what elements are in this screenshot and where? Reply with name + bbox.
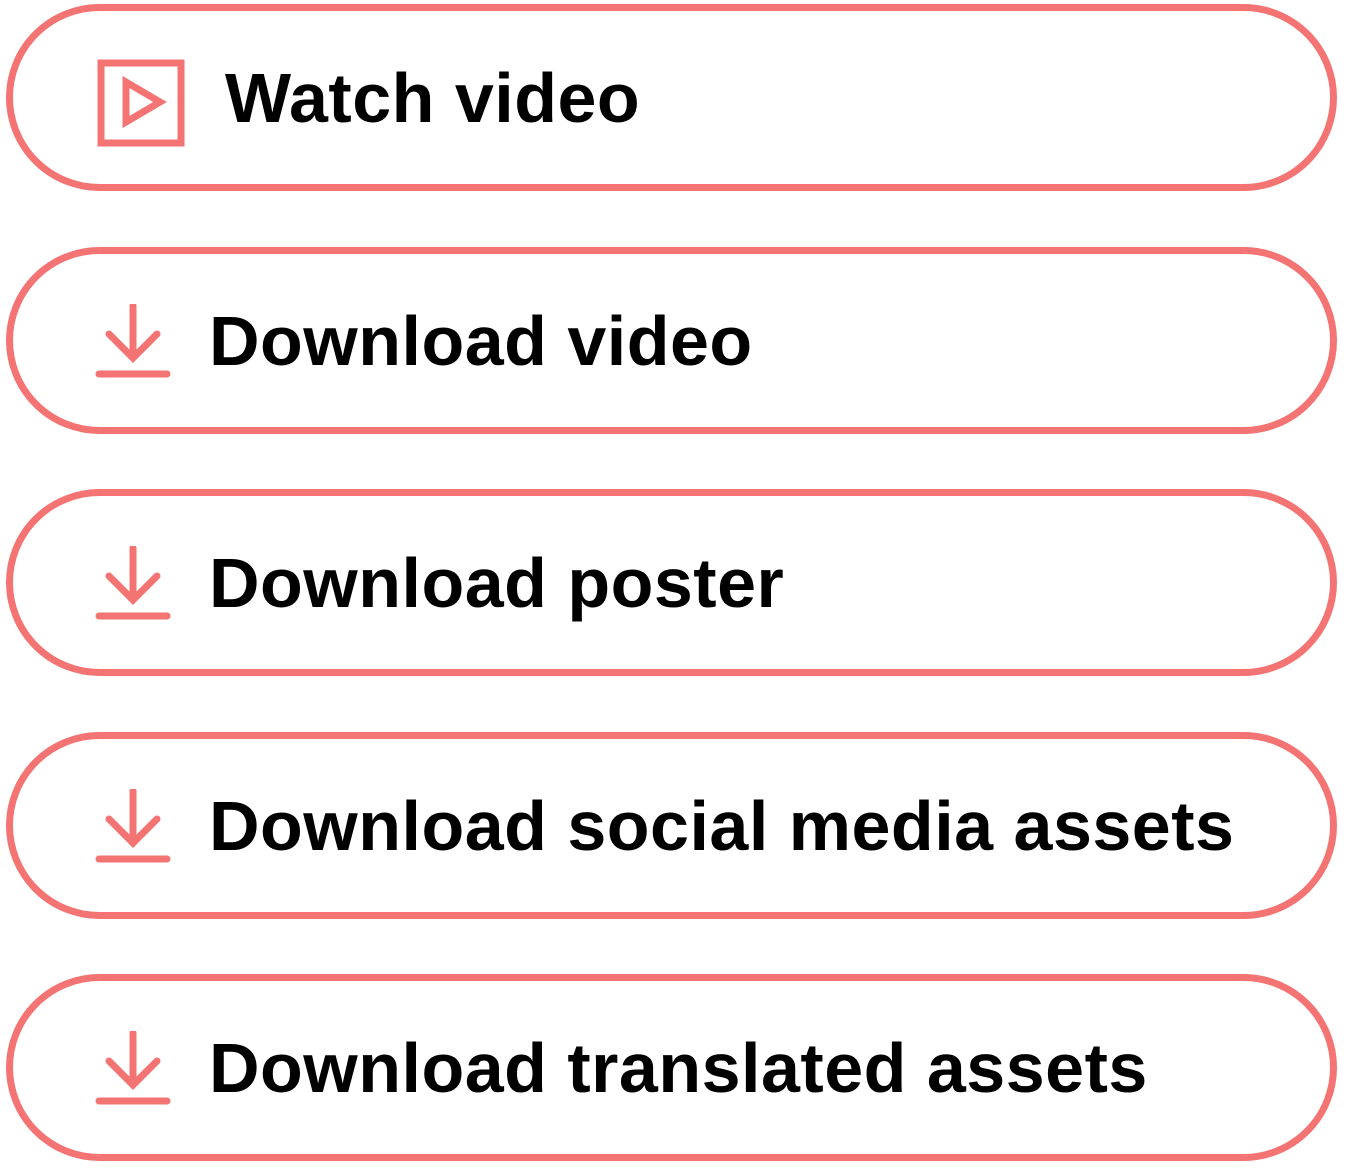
download-translated-assets-button[interactable]: Download translated assets bbox=[6, 974, 1337, 1161]
download-icon bbox=[95, 304, 171, 378]
resource-button-list: Watch video Download video Download post… bbox=[0, 0, 1347, 1171]
watch-video-button[interactable]: Watch video bbox=[6, 4, 1337, 191]
download-video-label: Download video bbox=[209, 301, 753, 380]
download-social-media-assets-button[interactable]: Download social media assets bbox=[6, 732, 1337, 919]
play-icon bbox=[97, 59, 185, 147]
download-icon bbox=[95, 1031, 171, 1105]
download-poster-label: Download poster bbox=[209, 543, 785, 622]
download-social-media-assets-label: Download social media assets bbox=[209, 786, 1235, 865]
watch-video-label: Watch video bbox=[225, 58, 641, 137]
download-poster-button[interactable]: Download poster bbox=[6, 489, 1337, 676]
download-icon bbox=[95, 789, 171, 863]
download-icon bbox=[95, 546, 171, 620]
download-video-button[interactable]: Download video bbox=[6, 247, 1337, 434]
download-translated-assets-label: Download translated assets bbox=[209, 1028, 1148, 1107]
